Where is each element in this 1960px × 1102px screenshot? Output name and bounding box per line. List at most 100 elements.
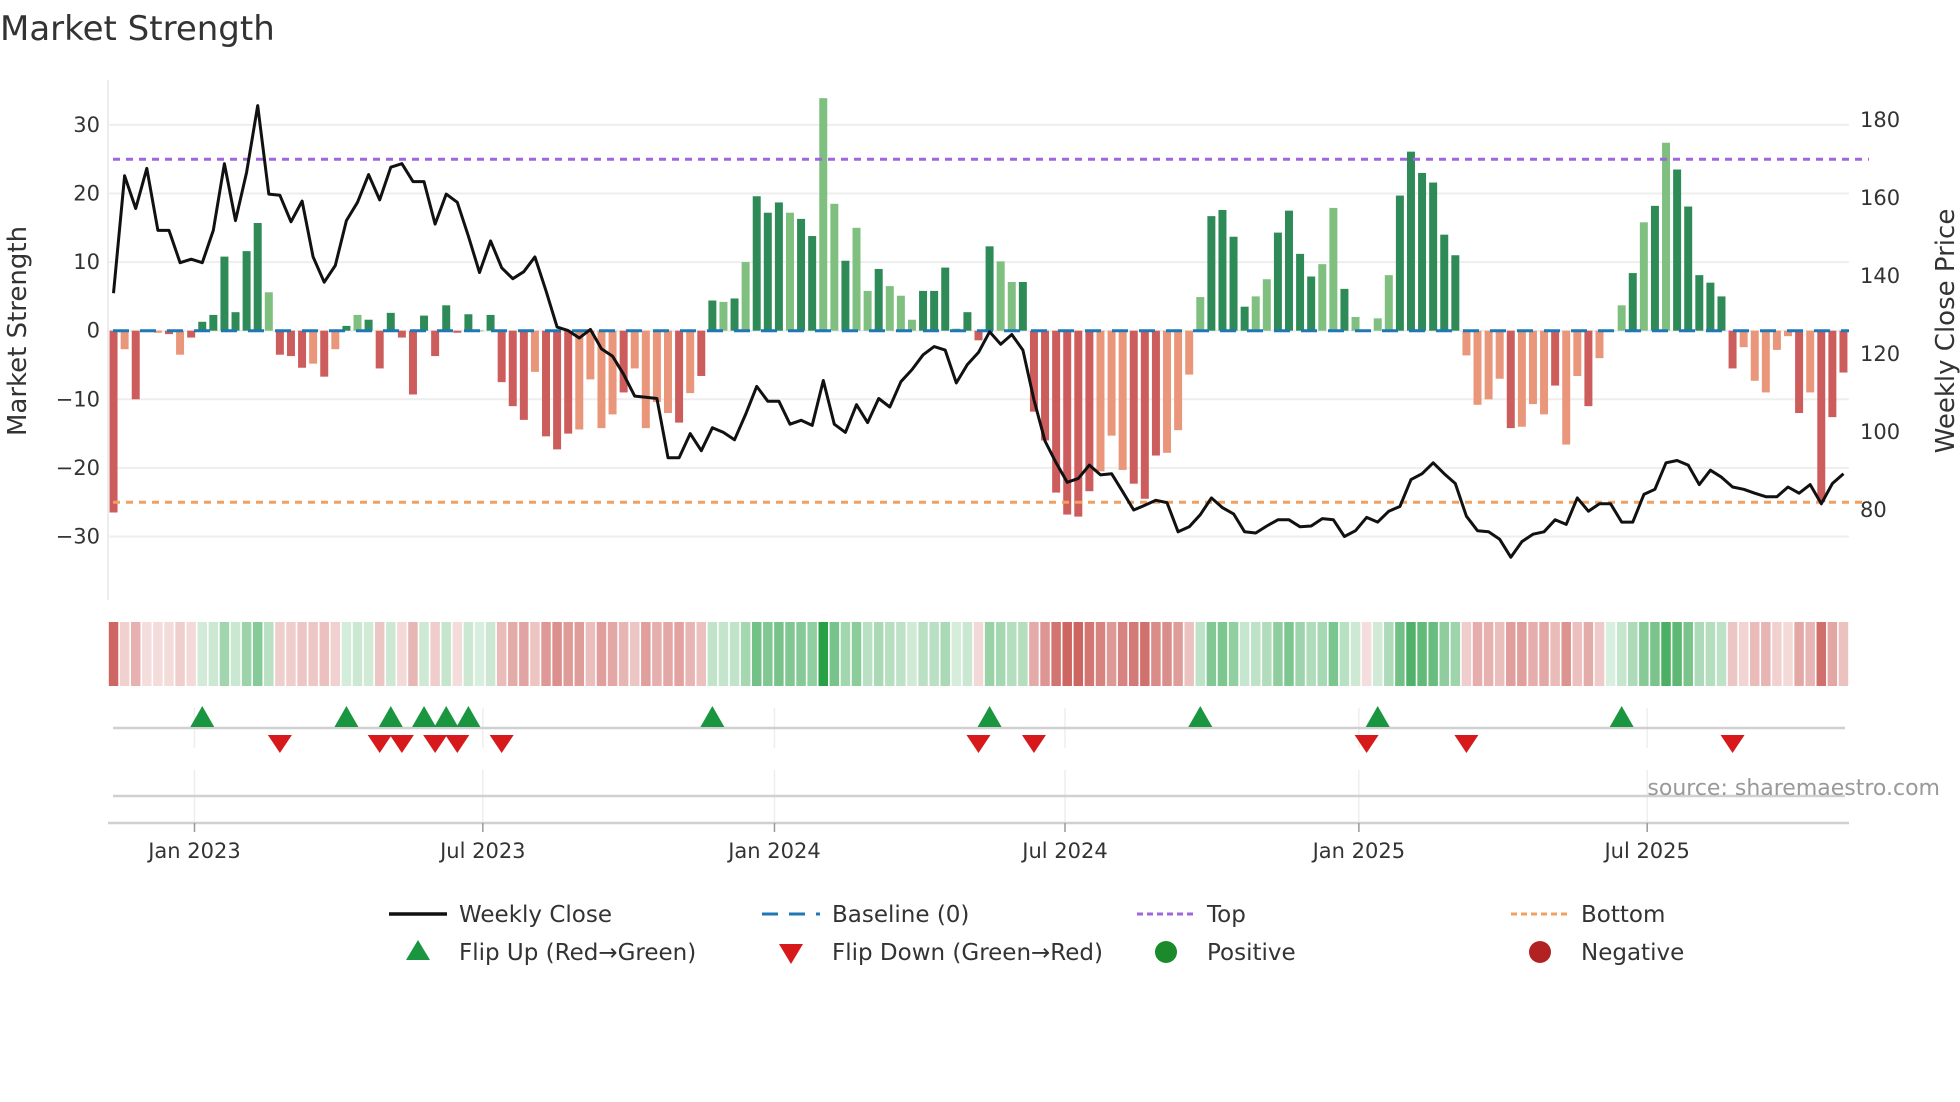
positive-bar (830, 203, 839, 331)
negative-bar (1528, 330, 1537, 405)
strip-cell (629, 622, 640, 686)
strip-cell (1639, 622, 1649, 686)
y2-tick-label: 140 (1860, 264, 1900, 288)
strip-cell (785, 622, 795, 686)
strip-cell (408, 622, 418, 686)
flip-down-marker (367, 735, 392, 753)
y2-tick-label: 80 (1860, 498, 1887, 522)
positive-bar (1340, 288, 1349, 331)
positive-bar (1628, 273, 1637, 331)
strip-cell (452, 622, 463, 686)
positive-bar (996, 261, 1005, 331)
strip-cell (474, 622, 485, 686)
positive-bar (919, 290, 928, 331)
strip-cell (696, 622, 707, 686)
y2-tick-label: 120 (1860, 342, 1900, 366)
strip-cell (1284, 622, 1294, 686)
strip-cell (1605, 622, 1616, 686)
market-strength-chart: Market Strength 3020100−10−20−3018016014… (0, 9, 1960, 966)
strip-cell (1062, 622, 1072, 686)
negative-bar (109, 330, 118, 513)
positive-bar (1639, 222, 1648, 331)
negative-bar (1761, 330, 1770, 393)
negative-bar (286, 330, 295, 357)
negative-bar (408, 330, 417, 395)
positive-bar (719, 301, 728, 331)
strip-cell (1461, 622, 1472, 686)
strip-cell (1384, 622, 1394, 686)
strip-cell (463, 622, 474, 686)
strip-cell (1406, 622, 1416, 686)
strip-cell (508, 622, 518, 686)
strip-cell (1262, 622, 1272, 686)
negative-bar (298, 330, 307, 368)
positive-bar (1695, 275, 1704, 331)
strip-cell (652, 622, 662, 686)
strip-cell (374, 622, 385, 686)
strip-cell (851, 622, 862, 686)
positive-bar (708, 300, 717, 331)
flip-down-marker (1720, 735, 1745, 753)
strip-cell (718, 622, 729, 686)
strip-cell (519, 622, 529, 686)
strip-cell (1838, 622, 1849, 686)
negative-bar (519, 330, 528, 420)
negative-bar (564, 330, 573, 434)
x-tick-label: Jan 2023 (146, 839, 241, 863)
positive-bar (1285, 210, 1293, 331)
y-tick-label: −20 (56, 456, 100, 480)
positive-bar (420, 315, 429, 331)
strip-cell (1506, 622, 1516, 686)
strip-cell (363, 622, 374, 686)
strip-cell (397, 622, 407, 686)
negative-bar (1750, 330, 1759, 381)
negative-bar (1495, 330, 1504, 379)
strip-cell (164, 622, 174, 686)
positive-bar (1373, 318, 1382, 331)
strip-cell (441, 622, 451, 686)
x-tick-label: Jul 2025 (1602, 839, 1689, 863)
negative-bar (1828, 330, 1837, 418)
x-tick-label: Jan 2024 (726, 839, 821, 863)
strip-cell (1040, 622, 1050, 686)
strip-cell (208, 622, 219, 686)
strip-cell (807, 622, 817, 686)
negative-bar (275, 330, 284, 355)
triangle-down-icon (779, 944, 803, 964)
negative-bar (131, 330, 140, 400)
positive-bar (231, 312, 240, 331)
strip-cell (1772, 622, 1782, 686)
strip-cell (1794, 622, 1804, 686)
strip-cell (1173, 622, 1183, 686)
strip-cell (541, 622, 551, 686)
negative-bar (320, 330, 329, 377)
negative-bar (1041, 330, 1050, 441)
strip-cell (552, 622, 562, 686)
strip-cell (197, 622, 208, 686)
negative-bar (1817, 330, 1826, 503)
y-axis-label: Market Strength (3, 226, 33, 436)
strip-cell (275, 622, 285, 686)
strip-cell (596, 622, 607, 686)
flip-down-marker (1454, 735, 1479, 753)
flip-up-marker (412, 706, 437, 727)
strip-cell (297, 622, 307, 686)
negative-bar (1096, 330, 1105, 472)
strip-cell (186, 622, 196, 686)
negative-bar (431, 330, 440, 357)
negative-bar (1074, 330, 1083, 517)
strip-cell (330, 622, 341, 686)
positive-bar (1418, 172, 1427, 331)
negative-bar (1839, 330, 1848, 373)
x-tick-label: Jul 2023 (438, 839, 525, 863)
positive-bar (442, 305, 451, 331)
strip-cell (1616, 622, 1627, 686)
strip-cell (1483, 622, 1494, 686)
legend-line-label: Weekly Close (459, 902, 612, 928)
negative-bar (697, 330, 706, 376)
legend-tri-up-label: Flip Up (Red→Green) (459, 940, 696, 966)
strip-cell (1295, 622, 1305, 686)
strip-cell (1106, 622, 1117, 686)
negative-bar (1473, 330, 1482, 405)
negative-bar (1151, 330, 1160, 456)
